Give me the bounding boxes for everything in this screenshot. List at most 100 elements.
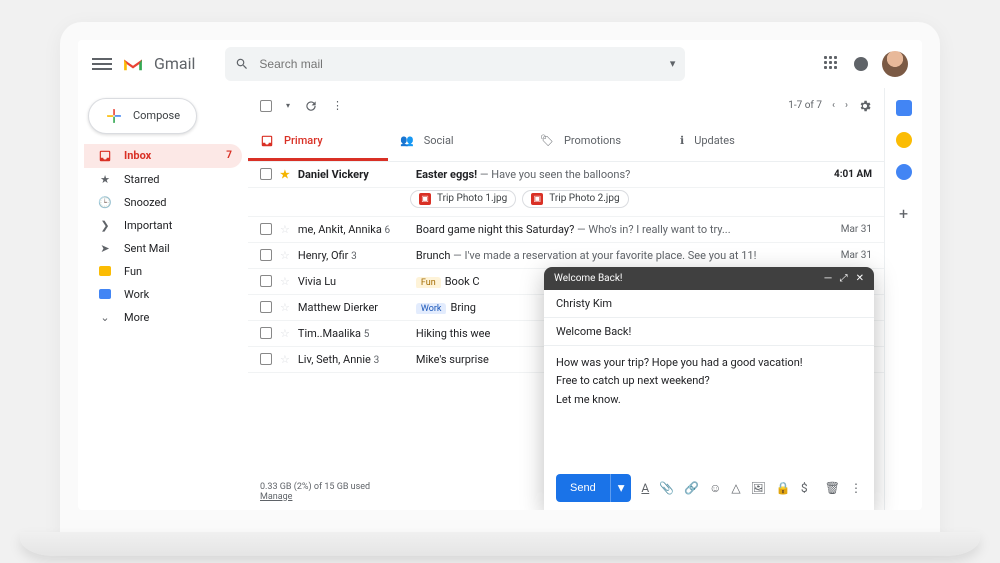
category-tag: Fun xyxy=(416,277,441,288)
row-checkbox[interactable] xyxy=(260,353,272,365)
row-checkbox[interactable] xyxy=(260,168,272,180)
star-icon[interactable]: ☆ xyxy=(280,301,290,314)
tab-promotions[interactable]: 🏷 Promotions xyxy=(528,124,668,161)
star-icon[interactable]: ☆ xyxy=(280,353,290,366)
keep-addon-icon[interactable] xyxy=(896,132,912,148)
row-checkbox[interactable] xyxy=(260,327,272,339)
image-file-icon: ▣ xyxy=(419,193,431,205)
row-checkbox[interactable] xyxy=(260,249,272,261)
select-dropdown-icon[interactable]: ▾ xyxy=(286,101,290,110)
link-icon[interactable]: 🔗 xyxy=(684,481,699,495)
star-icon[interactable]: ★ xyxy=(280,168,290,181)
send-button[interactable]: Send xyxy=(556,474,610,502)
subject-snippet: Easter eggs! — Have you seen the balloon… xyxy=(416,168,816,181)
image-icon[interactable]: 🖼 xyxy=(751,481,766,495)
drive-icon[interactable]: △ xyxy=(731,481,740,495)
list-toolbar: ▾ ⋮ 1-7 of 7 ‹ › xyxy=(248,88,884,124)
star-icon[interactable]: ☆ xyxy=(280,249,290,262)
search-options-icon[interactable]: ▾ xyxy=(670,57,676,70)
pager-range: 1-7 of 7 xyxy=(788,100,822,111)
category-tabs: Primary👥Social 🏷 Promotions ℹUpdates xyxy=(248,124,884,162)
compose-body-line: How was your trip? Hope you had a good v… xyxy=(556,354,862,373)
attach-icon[interactable]: 📎 xyxy=(659,481,674,495)
pager-prev-icon[interactable]: ‹ xyxy=(832,100,835,111)
emoji-icon[interactable]: ☺ xyxy=(709,481,721,495)
compose-window: Welcome Back! ─ ⤢ ✕ Christy Kim Welcome … xyxy=(544,267,874,510)
tab-primary[interactable]: Primary xyxy=(248,124,388,161)
star-icon[interactable]: ☆ xyxy=(280,327,290,340)
add-addon-icon[interactable]: + xyxy=(899,204,908,223)
row-checkbox[interactable] xyxy=(260,223,272,235)
sidebar-item-work[interactable]: Work xyxy=(84,283,242,306)
apps-grid-icon[interactable] xyxy=(824,56,840,72)
expand-icon[interactable]: ⤢ xyxy=(840,273,848,284)
close-icon[interactable]: ✕ xyxy=(856,273,864,284)
compose-body[interactable]: How was your trip? Hope you had a good v… xyxy=(544,346,874,466)
account-avatar[interactable] xyxy=(882,51,908,77)
tasks-addon-icon[interactable] xyxy=(896,164,912,180)
row-checkbox[interactable] xyxy=(260,301,272,313)
attachment-name: Trip Photo 2.jpg xyxy=(549,193,619,204)
date: 4:01 AM xyxy=(824,169,872,180)
attachment-chips: ▣Trip Photo 1.jpg▣Trip Photo 2.jpg xyxy=(248,188,884,217)
email-row[interactable]: ★Daniel VickeryEaster eggs! — Have you s… xyxy=(248,162,884,188)
sender: me, Ankit, Annika 6 xyxy=(298,223,408,236)
confidential-icon[interactable]: 🔒 xyxy=(776,481,791,495)
select-all-checkbox[interactable] xyxy=(260,100,272,112)
refresh-icon[interactable] xyxy=(304,99,318,113)
tab-label: Social xyxy=(424,134,454,147)
format-icon[interactable]: A xyxy=(641,481,649,495)
star-icon[interactable]: ☆ xyxy=(280,275,290,288)
hamburger-menu-icon[interactable] xyxy=(92,54,112,74)
email-row[interactable]: ☆Henry, Ofir 3Brunch — I've made a reser… xyxy=(248,243,884,269)
discard-icon[interactable]: 🗑 xyxy=(825,481,840,495)
sidebar-item-more[interactable]: ⌄More xyxy=(84,306,242,329)
compose-header[interactable]: Welcome Back! ─ ⤢ ✕ xyxy=(544,267,874,290)
sidebar-item-important[interactable]: ❯Important xyxy=(84,214,242,237)
tab-social[interactable]: 👥Social xyxy=(388,124,528,161)
category-tag: Work xyxy=(416,303,447,314)
sidebar-item-label: Work xyxy=(124,288,149,301)
sidebar-item-starred[interactable]: ★Starred xyxy=(84,168,242,191)
sidebar-item-fun[interactable]: Fun xyxy=(84,260,242,283)
search-bar[interactable]: ▾ xyxy=(225,47,685,81)
subject-snippet: Brunch — I've made a reservation at your… xyxy=(416,249,816,262)
search-input[interactable] xyxy=(259,57,659,71)
pager-next-icon[interactable]: › xyxy=(845,100,848,111)
tag-icon: 🏷 xyxy=(540,134,554,147)
minimize-icon[interactable]: ─ xyxy=(825,273,832,284)
send-more-button[interactable]: ▾ xyxy=(610,474,632,502)
side-panel: + xyxy=(884,88,922,510)
money-icon[interactable]: $ xyxy=(801,481,808,495)
attachment-chip[interactable]: ▣Trip Photo 2.jpg xyxy=(522,190,628,208)
compose-body-line: Free to catch up next weekend? xyxy=(556,372,862,391)
compose-button[interactable]: Compose xyxy=(88,98,197,134)
settings-gear-icon[interactable] xyxy=(858,99,872,113)
sidebar-item-label: Inbox xyxy=(124,149,151,162)
sidebar: Compose Inbox7★Starred🕒Snoozed❯Important… xyxy=(78,88,248,510)
sender: Vivia Lu xyxy=(298,275,408,288)
star-icon[interactable]: ☆ xyxy=(280,223,290,236)
sidebar-item-sent-mail[interactable]: ➤Sent Mail xyxy=(84,237,242,260)
row-checkbox[interactable] xyxy=(260,275,272,287)
calendar-addon-icon[interactable] xyxy=(896,100,912,116)
compose-to-field[interactable]: Christy Kim xyxy=(544,290,874,318)
notifications-icon[interactable] xyxy=(854,57,868,71)
sender: Tim..Maalika 5 xyxy=(298,327,408,340)
more-icon[interactable]: ⋮ xyxy=(332,99,344,112)
app-header: Gmail ▾ xyxy=(78,40,922,88)
sidebar-item-label: Starred xyxy=(124,173,160,186)
email-row[interactable]: ☆me, Ankit, Annika 6Board game night thi… xyxy=(248,217,884,243)
tab-label: Updates xyxy=(694,134,735,147)
gmail-logo-icon xyxy=(122,56,144,72)
tab-updates[interactable]: ℹUpdates xyxy=(668,124,808,161)
inbox-icon xyxy=(98,149,112,163)
tab-label: Promotions xyxy=(564,134,621,147)
attachment-chip[interactable]: ▣Trip Photo 1.jpg xyxy=(410,190,516,208)
sidebar-item-inbox[interactable]: Inbox7 xyxy=(84,144,242,168)
compose-more-icon[interactable]: ⋮ xyxy=(850,481,862,495)
plus-icon xyxy=(105,107,123,125)
storage-manage-link[interactable]: Manage xyxy=(260,492,292,502)
sidebar-item-snoozed[interactable]: 🕒Snoozed xyxy=(84,191,242,214)
compose-subject-field[interactable]: Welcome Back! xyxy=(544,318,874,346)
